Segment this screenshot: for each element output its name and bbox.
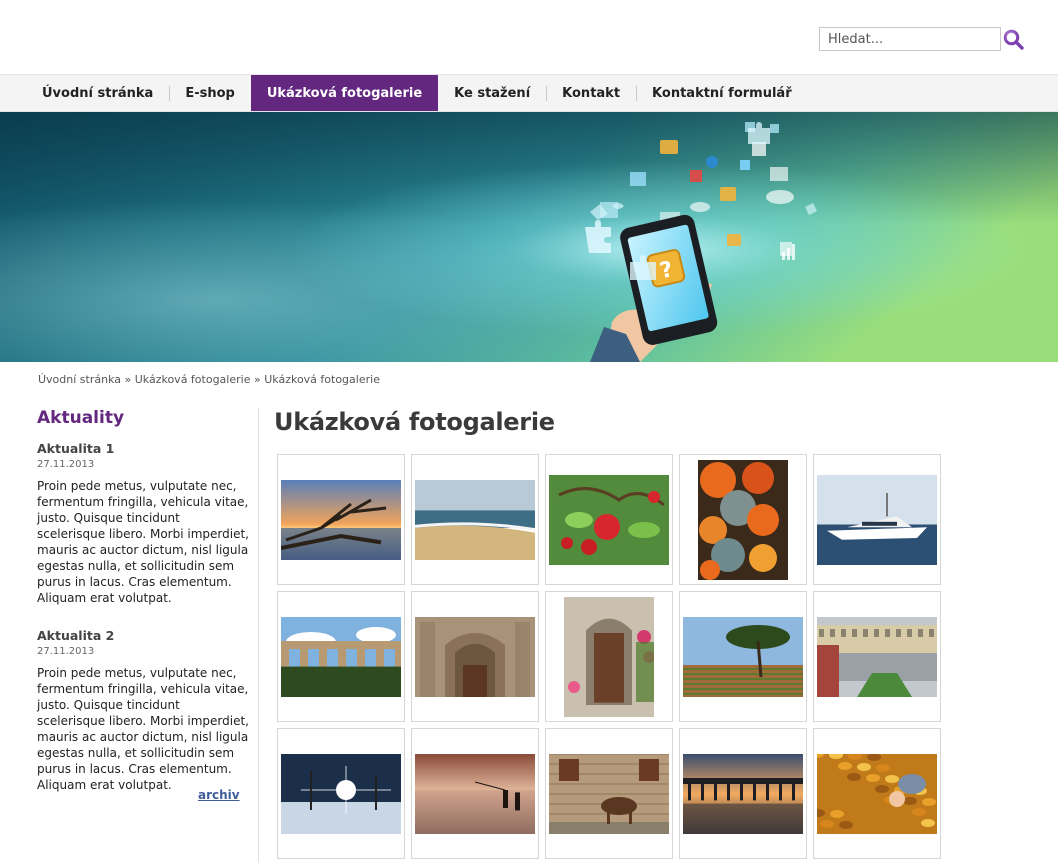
- news-title[interactable]: Aktualita 2: [37, 628, 249, 643]
- hero-banner-illustration: ?: [0, 112, 1058, 362]
- church-portal-photo: [415, 616, 535, 697]
- breadcrumb-gallery-link[interactable]: Ukázková fotogalerie: [135, 373, 251, 386]
- sidebar-title: Aktuality: [37, 408, 125, 428]
- news-item: Aktualita 2 27.11.2013 Proin pede metus,…: [37, 628, 249, 793]
- site-header: [0, 0, 1058, 74]
- red-apples-tree-photo: [549, 474, 669, 565]
- breadcrumb-separator: »: [121, 373, 135, 386]
- fishermen-misty-lake-photo: [415, 753, 535, 834]
- gallery-thumbnail[interactable]: [411, 728, 539, 859]
- gallery-thumbnail[interactable]: [545, 454, 673, 585]
- nav-item-contact[interactable]: Kontakt: [546, 75, 636, 111]
- nav-item-gallery[interactable]: Ukázková fotogalerie: [250, 75, 439, 111]
- page-title: Ukázková fotogalerie: [274, 408, 555, 436]
- news-date: 27.11.2013: [37, 646, 95, 657]
- stone-doorway-flowers-photo: [564, 596, 654, 717]
- breadcrumb-home-link[interactable]: Úvodní stránka: [38, 373, 121, 386]
- news-text: Proin pede metus, vulputate nec, ferment…: [37, 479, 249, 605]
- gallery-thumbnail[interactable]: [679, 454, 807, 585]
- child-autumn-leaves-photo: [817, 753, 937, 834]
- search-icon: [1003, 29, 1024, 50]
- city-square-aerial-photo: [817, 616, 937, 697]
- breadcrumb: Úvodní stránka » Ukázková fotogalerie » …: [38, 373, 380, 386]
- news-title[interactable]: Aktualita 1: [37, 441, 249, 456]
- luxury-yacht-harbor-photo: [817, 474, 937, 565]
- gallery-thumbnail[interactable]: [813, 591, 941, 722]
- gallery-thumbnail[interactable]: [277, 728, 405, 859]
- main-navigation: Úvodní stránka E-shop Ukázková fotogaler…: [0, 74, 1058, 112]
- archive-link[interactable]: archiv: [198, 788, 240, 802]
- driftwood-beach-sunset-photo: [281, 479, 401, 560]
- column-divider: [258, 408, 259, 862]
- search-input[interactable]: [819, 27, 1001, 51]
- gallery-thumbnail[interactable]: [411, 454, 539, 585]
- pumpkins-pile-photo: [698, 459, 788, 580]
- winter-sunburst-power-lines-photo: [281, 753, 401, 834]
- gallery-thumbnail[interactable]: [411, 591, 539, 722]
- breadcrumb-current: Ukázková fotogalerie: [264, 373, 380, 386]
- news-date: 27.11.2013: [37, 459, 95, 470]
- breadcrumb-separator: »: [250, 373, 265, 386]
- umbrella-pine-vineyard-photo: [683, 616, 803, 697]
- gallery-thumbnail[interactable]: [679, 591, 807, 722]
- nav-item-eshop[interactable]: E-shop: [169, 75, 251, 111]
- hero-banner: ?: [0, 112, 1058, 362]
- nav-item-downloads[interactable]: Ke stažení: [438, 75, 546, 111]
- gallery-thumbnail[interactable]: [277, 454, 405, 585]
- news-text: Proin pede metus, vulputate nec, ferment…: [37, 666, 249, 792]
- gallery-thumbnail[interactable]: [545, 591, 673, 722]
- gallery-thumbnail[interactable]: [545, 728, 673, 859]
- news-item: Aktualita 1 27.11.2013 Proin pede metus,…: [37, 441, 249, 606]
- gallery-thumbnail[interactable]: [813, 728, 941, 859]
- sandy-beach-waves-photo: [415, 479, 535, 560]
- search-button[interactable]: [1003, 29, 1025, 51]
- gallery-thumbnail[interactable]: [679, 728, 807, 859]
- nav-item-home[interactable]: Úvodní stránka: [26, 75, 169, 111]
- roman-aqueduct-photo: [281, 616, 401, 697]
- gallery-thumbnail[interactable]: [277, 591, 405, 722]
- horse-stone-wall-photo: [549, 753, 669, 834]
- nav-item-contact-form[interactable]: Kontaktní formulář: [636, 75, 808, 111]
- sidebar-news: Aktuality Aktualita 1 27.11.2013 Proin p…: [37, 408, 249, 815]
- pier-sunset-photo: [683, 753, 803, 834]
- gallery-thumbnail[interactable]: [813, 454, 941, 585]
